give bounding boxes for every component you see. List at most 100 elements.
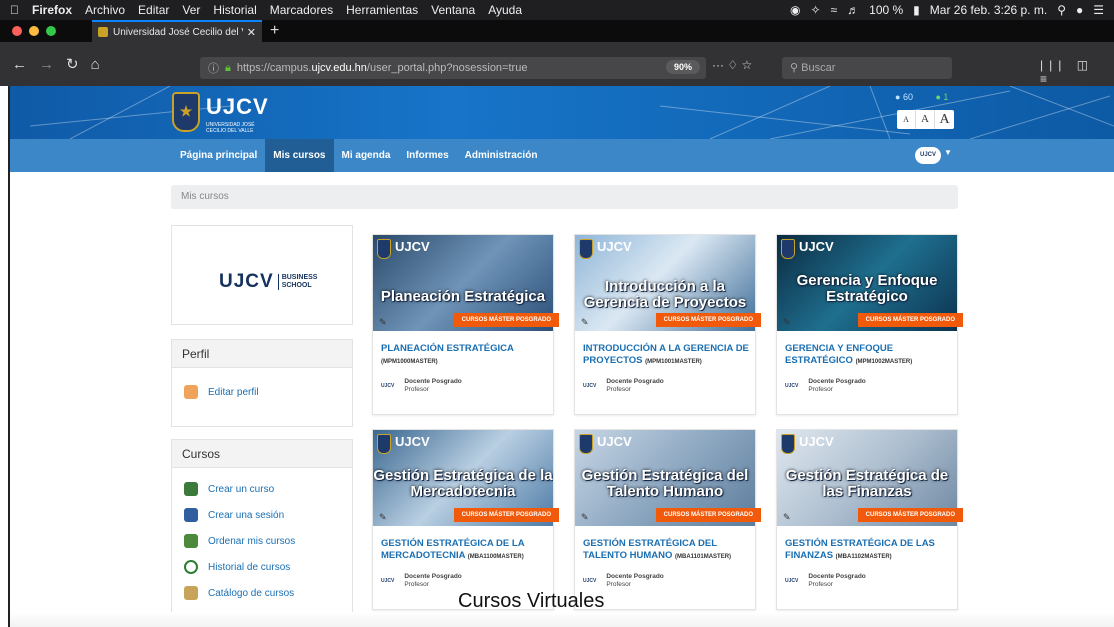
menu-historial[interactable]: Historial — [213, 3, 256, 17]
category-badge: CURSOS MÁSTER POSGRADO — [453, 313, 559, 327]
battery-label[interactable]: 100 % — [869, 3, 903, 17]
info-icon[interactable]: ⓘ — [208, 60, 219, 76]
business-school-logo: UJCV BUSINESS SCHOOL — [219, 271, 317, 293]
siri-icon[interactable]: ● — [1076, 3, 1083, 17]
catalogo-cursos-link[interactable]: Catálogo de cursos — [184, 586, 294, 600]
battery-icon[interactable]: ▮ — [913, 3, 920, 17]
course-teacher: UJCV Docente Posgrado Profesor — [785, 573, 866, 588]
teacher-logo: UJCV — [381, 382, 395, 389]
course-code: (MPM1001MASTER) — [645, 359, 702, 365]
pocket-icon[interactable]: ♢ — [727, 58, 738, 72]
course-title-link[interactable]: Gerencia y Enfoque Estratégico (MPM1002M… — [785, 343, 955, 368]
course-card[interactable]: UJCV Gestión Estratégica del Talento Huma… — [574, 429, 761, 610]
bookmark-star-icon[interactable]: ☆ — [741, 58, 752, 72]
menu-ayuda[interactable]: Ayuda — [488, 3, 522, 17]
clock[interactable]: Mar 26 feb. 3:26 p. m. — [930, 3, 1047, 17]
course-title-link[interactable]: Planeación Estratégica (MPM1000MASTER) — [381, 343, 551, 368]
edit-pencil-icon[interactable]: ✎ — [379, 317, 387, 328]
tab-strip: Universidad José Cecilio del Va ✕ + — [0, 20, 1114, 42]
editar-perfil-link[interactable]: Editar perfil — [184, 385, 259, 399]
perfil-title: Perfil — [172, 340, 352, 368]
teacher-logo: UJCV — [583, 577, 597, 584]
course-card[interactable]: UJCV Gestión Estratégica de la Mercadotec… — [372, 429, 559, 610]
menu-herramientas[interactable]: Herramientas — [346, 3, 418, 17]
close-window-button[interactable] — [12, 26, 22, 36]
course-card[interactable]: UJCV Planeación Estratégica ✎ CURSOS MÁSTER… — [372, 234, 559, 415]
menu-ventana[interactable]: Ventana — [431, 3, 475, 17]
edit-pencil-icon[interactable]: ✎ — [379, 512, 387, 523]
edit-pencil-icon[interactable]: ✎ — [581, 317, 589, 328]
course-title-link[interactable]: Gestión Estratégica de la Mercadotecnia … — [381, 538, 551, 563]
bluetooth-icon[interactable]: ✧ — [810, 3, 820, 17]
browser-tab[interactable]: Universidad José Cecilio del Va ✕ — [92, 20, 262, 42]
course-code: (MBA1101MASTER) — [675, 554, 732, 560]
breadcrumb[interactable]: Mis cursos — [171, 185, 958, 209]
sidebar-icon[interactable]: ◫ — [1077, 58, 1094, 72]
more-icon[interactable]: ··· — [712, 58, 724, 72]
accessibility-icon[interactable]: ◉ — [790, 3, 800, 17]
search-input[interactable]: ⚲ Buscar — [782, 57, 952, 79]
reload-icon[interactable]: ↻ — [66, 55, 79, 73]
minimize-window-button[interactable] — [29, 26, 39, 36]
user-avatar[interactable]: UJCV — [915, 147, 941, 164]
cursos-title: Cursos — [172, 440, 352, 468]
edit-pencil-icon[interactable]: ✎ — [581, 512, 589, 523]
edit-pencil-icon[interactable]: ✎ — [783, 512, 791, 523]
course-card[interactable]: UJCV Introducción a la Gerencia de Proyec… — [574, 234, 761, 415]
menu-editar[interactable]: Editar — [138, 3, 169, 17]
crest-icon — [579, 434, 593, 454]
edit-pencil-icon[interactable]: ✎ — [783, 317, 791, 328]
forward-icon[interactable]: → — [39, 56, 54, 73]
close-tab-icon[interactable]: ✕ — [247, 26, 256, 39]
menu-marcadores[interactable]: Marcadores — [270, 3, 333, 17]
menu-firefox[interactable]: Firefox — [32, 3, 72, 17]
volume-icon[interactable]: ♬ — [847, 3, 859, 17]
crest-icon — [377, 434, 391, 454]
wifi-icon[interactable]: ≈ — [831, 3, 838, 17]
page-actions: ··· ♢ ☆ — [712, 58, 752, 72]
sort-icon — [184, 534, 198, 548]
nav-mi-agenda[interactable]: Mi agenda — [334, 139, 399, 172]
course-title-link[interactable]: Gestión Estratégica de las Finanzas (MBA… — [785, 538, 955, 563]
zoom-window-button[interactable] — [46, 26, 56, 36]
category-badge: CURSOS MÁSTER POSGRADO — [857, 508, 963, 522]
font-medium-button[interactable]: A — [916, 110, 935, 129]
course-title-link[interactable]: Gestión Estratégica del Talento Humano (… — [583, 538, 753, 563]
nav-administracion[interactable]: Administración — [457, 139, 546, 172]
url-bar[interactable]: ⓘ 🔒︎ https://campus. ujcv.edu.hn/user_por… — [200, 57, 706, 79]
search-placeholder: Buscar — [801, 62, 836, 74]
font-small-button[interactable]: A — [897, 110, 916, 129]
online-stat[interactable]: ● 1 — [935, 92, 958, 102]
menu-ver[interactable]: Ver — [182, 3, 200, 17]
category-badge: CURSOS MÁSTER POSGRADO — [655, 508, 761, 522]
nav-pagina-principal[interactable]: Página principal — [172, 139, 265, 172]
users-stat[interactable]: ● 60 — [895, 92, 923, 102]
home-icon[interactable]: ⌂ — [91, 56, 100, 73]
back-icon[interactable]: ← — [12, 56, 27, 73]
ujcv-logo[interactable]: ★ UJCV UNIVERSIDAD JOSÉ CECILIO DEL VALL… — [172, 92, 282, 134]
course-image-title: Gestión Estratégica del Talento Humano — [581, 467, 749, 500]
nav-mis-cursos[interactable]: Mis cursos — [265, 139, 334, 172]
font-large-button[interactable]: A — [935, 110, 954, 129]
course-title-link[interactable]: Introducción a la Gerencia de Proyectos … — [583, 343, 753, 368]
zoom-indicator[interactable]: 90% — [666, 60, 701, 74]
online-count: 1 — [943, 92, 949, 102]
page-bottom — [10, 612, 1114, 627]
ordenar-cursos-link[interactable]: Ordenar mis cursos — [184, 534, 295, 548]
menu-archivo[interactable]: Archivo — [85, 3, 125, 17]
chevron-down-icon[interactable]: ▼ — [944, 148, 952, 157]
spotlight-icon[interactable]: ⚲ — [1057, 3, 1066, 17]
crear-curso-link[interactable]: Crear un curso — [184, 482, 274, 496]
course-card[interactable]: UJCV Gestión Estratégica de las Finanzas ✎… — [776, 429, 963, 610]
menu-icon[interactable]: ≡ — [1040, 72, 1053, 86]
nav-informes[interactable]: Informes — [398, 139, 456, 172]
crear-sesion-link[interactable]: Crear una sesión — [184, 508, 284, 522]
new-tab-button[interactable]: + — [270, 22, 279, 40]
notification-center-icon[interactable]: ☰ — [1093, 3, 1104, 17]
library-icon[interactable]: ||| — [1040, 58, 1067, 72]
apple-icon[interactable]:  — [10, 3, 19, 17]
main-nav: Página principal Mis cursos Mi agenda In… — [10, 139, 1114, 172]
bs-logo-text: UJCV — [219, 271, 274, 292]
course-card[interactable]: UJCV Gerencia y Enfoque Estratégico ✎ CURSO… — [776, 234, 963, 415]
historial-cursos-link[interactable]: Historial de cursos — [184, 560, 290, 574]
